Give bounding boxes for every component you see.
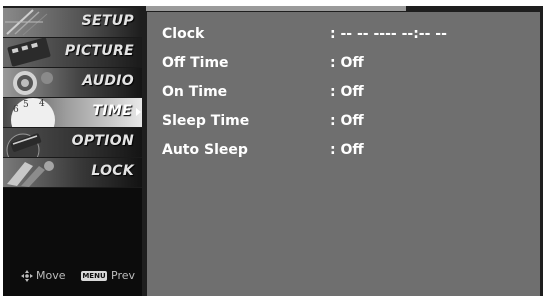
sidebar-item-setup[interactable]: SETUP: [3, 8, 142, 38]
setting-label: On Time: [162, 84, 228, 100]
setting-label: Clock: [162, 26, 205, 42]
sidebar-item-option[interactable]: OPTION: [3, 128, 142, 158]
menu-key-icon: MENU: [81, 271, 107, 281]
sidebar-item-picture[interactable]: PICTURE: [3, 38, 142, 68]
tv-menu-screen: SETUP PICTURE AUDIO 6 5 4 TIME OPTION LO…: [0, 0, 546, 298]
clock-face-icon: 6 5 4: [11, 98, 55, 127]
move-hint-label: Move: [36, 269, 66, 282]
setting-value: : Off: [330, 142, 364, 158]
sidebar-item-time[interactable]: 6 5 4 TIME: [3, 98, 142, 128]
setting-value: : Off: [330, 113, 364, 129]
satellite-dish-icon: [5, 9, 48, 36]
svg-text:6: 6: [13, 105, 19, 115]
setting-label: Auto Sleep: [162, 142, 248, 158]
sidebar-item-label: LOCK: [91, 163, 134, 179]
svg-text:5: 5: [23, 100, 29, 110]
sidebar-item-label: TIME: [92, 103, 132, 119]
setting-label: Sleep Time: [162, 113, 250, 129]
option-tag-icon: [6, 133, 42, 157]
svg-text:4: 4: [39, 99, 45, 109]
sidebar-item-audio[interactable]: AUDIO: [3, 68, 142, 98]
chevron-right-icon: [136, 108, 141, 116]
sidebar-menu: SETUP PICTURE AUDIO 6 5 4 TIME OPTION LO…: [3, 8, 142, 188]
sidebar: SETUP PICTURE AUDIO 6 5 4 TIME OPTION LO…: [3, 8, 142, 296]
sidebar-item-label: OPTION: [71, 133, 134, 149]
sidebar-item-label: SETUP: [81, 13, 134, 29]
key-lock-icon: [7, 161, 54, 187]
setting-value: : Off: [330, 55, 364, 71]
move-arrows-icon: [21, 270, 33, 282]
setting-value: : Off: [330, 84, 364, 100]
sidebar-item-label: AUDIO: [82, 73, 134, 89]
sidebar-item-lock[interactable]: LOCK: [3, 158, 142, 188]
navigation-hints: Move MENU Prev: [3, 268, 142, 288]
time-settings-panel: Clock : -- -- ---- --:-- -- Off Time : O…: [147, 12, 540, 296]
speaker-icon: [13, 71, 53, 95]
setting-label: Off Time: [162, 55, 229, 71]
sidebar-item-label: PICTURE: [64, 43, 134, 59]
setting-value: : -- -- ---- --:-- --: [330, 26, 447, 42]
prev-hint-label: Prev: [111, 269, 135, 282]
